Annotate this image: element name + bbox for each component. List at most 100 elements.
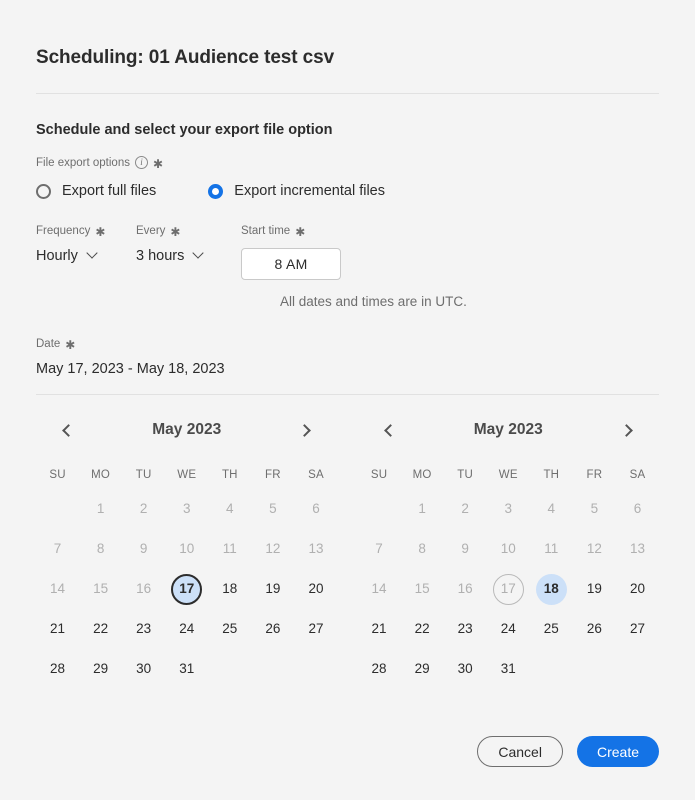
calendar-day[interactable]: 24 — [165, 609, 208, 649]
start-time-input[interactable]: 8 AM — [241, 248, 341, 280]
dialog-footer: Cancel Create — [477, 736, 659, 767]
radio-selected-icon — [208, 183, 224, 199]
calendar-day[interactable]: 19 — [573, 569, 616, 609]
calendar-day[interactable]: 22 — [79, 609, 122, 649]
frequency-dropdown[interactable]: Hourly — [36, 248, 98, 264]
calendar-day-number: 22 — [93, 621, 109, 637]
calendar-day: 5 — [573, 489, 616, 529]
cancel-button[interactable]: Cancel — [477, 736, 563, 767]
calendar-day-number: 7 — [53, 541, 62, 557]
calendar-day-number: 3 — [182, 501, 191, 517]
end-calendar-header: May 2023 — [358, 409, 660, 451]
calendar-day-number: 30 — [136, 661, 152, 677]
calendar-day[interactable]: 29 — [79, 649, 122, 689]
radio-export-incremental-files-label: Export incremental files — [234, 183, 385, 199]
calendar-day[interactable]: 18 — [530, 569, 573, 609]
calendar-day[interactable]: 22 — [401, 609, 444, 649]
calendar-day-number: 11 — [544, 541, 559, 557]
start-time-label: Start time ✱ — [241, 225, 341, 239]
calendar-day-number: 14 — [50, 581, 66, 597]
calendar-day[interactable]: 31 — [487, 649, 530, 689]
every-label: Every ✱ — [136, 225, 241, 238]
calendar-day-number: 4 — [547, 501, 556, 517]
calendar-day: 1 — [401, 489, 444, 529]
calendar-day: 13 — [616, 529, 659, 569]
calendar-day: 8 — [79, 529, 122, 569]
calendar-day-number: 17 — [171, 573, 203, 605]
radio-export-full-files-label: Export full files — [62, 183, 157, 199]
calendar-day[interactable]: 25 — [208, 609, 251, 649]
calendar-day[interactable]: 18 — [208, 569, 251, 609]
start-time-label-text: Start time — [241, 225, 291, 237]
calendar-day[interactable]: 17 — [165, 569, 208, 609]
calendar-day: 14 — [358, 569, 401, 609]
weekday-header: WE — [177, 469, 197, 481]
calendar-day[interactable]: 23 — [122, 609, 165, 649]
calendar-day[interactable]: 25 — [530, 609, 573, 649]
calendar-day-number: 13 — [629, 541, 645, 557]
start-calendar: May 2023 SU MO TU WE TH FR SA 1 2 3 4 5 6 7 8 9 10 11 12 13… — [36, 409, 338, 689]
calendar-day-number: 26 — [265, 621, 281, 637]
calendar-day-number: 19 — [265, 581, 281, 597]
chevron-right-icon — [620, 423, 633, 437]
radio-export-full-files[interactable]: Export full files — [36, 183, 156, 199]
calendar-day[interactable]: 19 — [251, 569, 294, 609]
chevron-down-icon — [194, 249, 204, 259]
chevron-right-icon — [298, 423, 312, 437]
calendar-day[interactable]: 21 — [358, 609, 401, 649]
calendar-day[interactable]: 28 — [36, 649, 79, 689]
calendar-day[interactable]: 28 — [358, 649, 401, 689]
calendar-day[interactable]: 24 — [487, 609, 530, 649]
calendar-day[interactable]: 27 — [294, 609, 337, 649]
create-button[interactable]: Create — [576, 736, 659, 767]
weekday-header: TH — [543, 469, 560, 481]
calendar-day-number: 29 — [414, 661, 430, 677]
calendar-day-number: 25 — [543, 621, 559, 637]
calendar-day-number: 3 — [504, 501, 512, 517]
calendar-day-number: 24 — [179, 621, 195, 637]
calendar-day-number: 21 — [50, 621, 66, 637]
every-value: 3 hours — [136, 248, 185, 264]
calendar-day[interactable]: 27 — [616, 609, 659, 649]
start-time-control: Start time ✱ 8 AM — [241, 225, 341, 280]
calendar-day[interactable]: 23 — [444, 609, 487, 649]
calendar-day[interactable]: 29 — [401, 649, 444, 689]
frequency-required-marker: ✱ — [95, 225, 106, 239]
calendar-day: 13 — [294, 529, 337, 569]
calendar-day-number: 12 — [265, 541, 281, 557]
weekday-header: MO — [91, 469, 111, 481]
next-month-button[interactable] — [293, 417, 319, 443]
radio-export-incremental-files[interactable]: Export incremental files — [208, 183, 385, 199]
calendar-day-number: 20 — [308, 581, 324, 597]
every-dropdown[interactable]: 3 hours — [136, 248, 204, 264]
weekday-header: SA — [308, 469, 324, 481]
calendar-day[interactable]: 20 — [616, 569, 659, 609]
start-calendar-grid: SU MO TU WE TH FR SA 1 2 3 4 5 6 7 8 9 10 11 12 13 14 15 16 17 1… — [36, 461, 338, 689]
weekday-header: TH — [221, 469, 238, 481]
calendar-day-number: 31 — [179, 661, 195, 677]
calendar-day-number: 23 — [136, 621, 152, 637]
calendar-day[interactable]: 26 — [573, 609, 616, 649]
calendar-day[interactable]: 20 — [294, 569, 337, 609]
next-month-button[interactable] — [615, 417, 641, 443]
prev-month-button[interactable] — [376, 417, 402, 443]
calendar-day-number: 8 — [96, 541, 105, 557]
date-required-marker: ✱ — [65, 338, 76, 352]
prev-month-button[interactable] — [54, 417, 80, 443]
calendar-day: 11 — [208, 529, 251, 569]
frequency-label: Frequency ✱ — [36, 225, 136, 239]
start-calendar-month: May 2023 — [152, 421, 222, 438]
start-time-required-marker: ✱ — [295, 225, 306, 239]
calendar-day-number: 11 — [222, 541, 237, 557]
calendar-day[interactable]: 30 — [444, 649, 487, 689]
calendar-day[interactable]: 30 — [122, 649, 165, 689]
calendar-day: 15 — [79, 569, 122, 609]
info-icon[interactable]: i — [134, 156, 148, 169]
calendar-day-number: 16 — [136, 581, 152, 597]
calendar-day[interactable]: 31 — [165, 649, 208, 689]
calendar-day[interactable]: 21 — [36, 609, 79, 649]
end-calendar-grid: SU MO TU WE TH FR SA 1 2 3 4 5 6 7 8 9 10 11 12 13 14 15 16 17 1… — [358, 461, 660, 689]
calendar-day[interactable]: 26 — [251, 609, 294, 649]
calendar-day-number: 18 — [535, 573, 567, 605]
calendar-day[interactable]: 17 — [487, 569, 530, 609]
